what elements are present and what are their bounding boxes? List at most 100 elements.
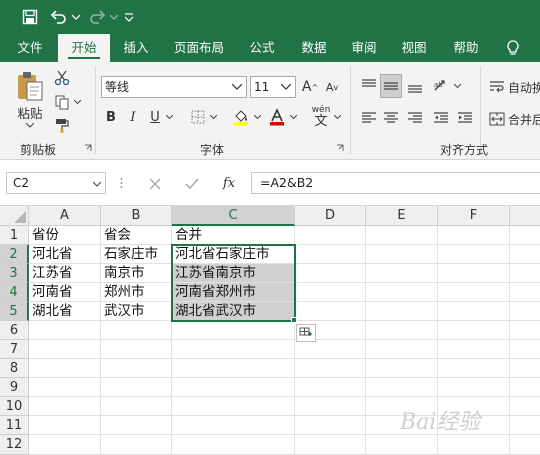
align-left-icon[interactable] — [358, 106, 380, 130]
tab-insert[interactable]: 插入 — [114, 34, 158, 62]
italic-button[interactable]: I — [124, 106, 142, 128]
font-size-combo[interactable]: 11 — [250, 76, 296, 98]
formula-bar-grip-icon[interactable] — [118, 176, 124, 190]
cell[interactable]: 河南省郑州市 — [172, 283, 295, 302]
row-header-5[interactable]: 5 — [0, 302, 29, 321]
cell[interactable] — [438, 378, 510, 397]
font-color-dropdown-icon[interactable] — [288, 110, 298, 124]
name-box[interactable]: C2 — [6, 172, 106, 194]
formula-input[interactable]: =A2&B2 — [251, 172, 540, 194]
cell[interactable] — [172, 340, 295, 359]
align-bottom-icon[interactable] — [404, 74, 426, 98]
row-header-10[interactable]: 10 — [0, 397, 29, 416]
cell[interactable] — [295, 397, 366, 416]
cell[interactable] — [366, 359, 438, 378]
wrap-text-button[interactable]: 自动换 — [508, 76, 540, 98]
copy-dropdown-icon[interactable] — [72, 96, 82, 108]
column-header-f[interactable]: F — [438, 206, 510, 226]
merge-center-button[interactable]: 合并后 — [508, 108, 540, 130]
borders-dropdown-icon[interactable] — [208, 110, 218, 124]
cell[interactable] — [366, 435, 438, 455]
cell[interactable] — [101, 359, 172, 378]
row-header-9[interactable]: 9 — [0, 378, 29, 397]
cell[interactable] — [101, 340, 172, 359]
cell[interactable] — [101, 321, 172, 340]
tab-help[interactable]: 帮助 — [444, 34, 488, 62]
merge-center-icon[interactable] — [486, 108, 508, 130]
format-painter-icon[interactable] — [52, 116, 72, 136]
font-name-combo[interactable]: 等线 — [101, 76, 247, 98]
cell[interactable] — [295, 245, 366, 264]
column-header-c[interactable]: C — [172, 206, 295, 226]
cancel-icon[interactable] — [145, 174, 165, 194]
cell[interactable] — [366, 302, 438, 321]
cell[interactable]: 湖北省武汉市 — [172, 302, 295, 321]
cell[interactable]: 郑州市 — [101, 283, 172, 302]
undo-icon[interactable] — [48, 6, 70, 28]
row-header-4[interactable]: 4 — [0, 283, 29, 302]
cell[interactable] — [366, 340, 438, 359]
cell[interactable]: 江苏省 — [29, 264, 101, 283]
underline-dropdown-icon[interactable] — [164, 110, 174, 124]
cell[interactable] — [438, 302, 510, 321]
tab-formulas[interactable]: 公式 — [240, 34, 284, 62]
align-right-icon[interactable] — [404, 106, 426, 130]
cell[interactable] — [510, 416, 540, 435]
cell[interactable] — [366, 283, 438, 302]
cell[interactable] — [101, 378, 172, 397]
cell[interactable] — [295, 340, 366, 359]
cell[interactable] — [295, 264, 366, 283]
cell[interactable] — [29, 416, 101, 435]
align-top-icon[interactable] — [358, 74, 380, 98]
select-all-button[interactable] — [0, 206, 29, 226]
cell[interactable]: 江苏省南京市 — [172, 264, 295, 283]
cell[interactable] — [438, 340, 510, 359]
decrease-indent-icon[interactable] — [430, 106, 452, 130]
cell[interactable] — [438, 283, 510, 302]
cut-icon[interactable] — [52, 68, 72, 88]
cell[interactable] — [510, 321, 540, 340]
tab-review[interactable]: 审阅 — [342, 34, 386, 62]
fill-color-dropdown-icon[interactable] — [252, 110, 262, 124]
cell[interactable]: 合并 — [172, 226, 295, 245]
redo-icon[interactable] — [86, 6, 108, 28]
cell[interactable] — [438, 321, 510, 340]
paste-dropdown-icon[interactable] — [24, 120, 36, 130]
cell[interactable] — [101, 416, 172, 435]
tab-data[interactable]: 数据 — [292, 34, 336, 62]
cell[interactable] — [438, 359, 510, 378]
cell[interactable]: 南京市 — [101, 264, 172, 283]
cell[interactable]: 武汉市 — [101, 302, 172, 321]
orientation-dropdown-icon[interactable] — [452, 80, 462, 92]
orientation-icon[interactable]: ab — [430, 74, 452, 98]
fill-color-icon[interactable] — [230, 106, 252, 128]
paste-button[interactable]: 粘贴 — [12, 104, 48, 121]
cell[interactable] — [29, 340, 101, 359]
tab-file[interactable]: 文件 — [8, 34, 52, 62]
cell[interactable]: 湖北省 — [29, 302, 101, 321]
cell[interactable] — [172, 378, 295, 397]
cell[interactable] — [438, 435, 510, 455]
paste-icon[interactable] — [12, 68, 48, 104]
column-header-g[interactable] — [510, 206, 540, 226]
lightbulb-icon[interactable] — [500, 34, 526, 62]
cell[interactable]: 河北省石家庄市 — [172, 245, 295, 264]
cell[interactable] — [29, 321, 101, 340]
phonetic-guide-button[interactable]: wén 文 — [308, 104, 334, 130]
cell[interactable] — [295, 226, 366, 245]
cell[interactable] — [366, 378, 438, 397]
cell[interactable] — [295, 302, 366, 321]
row-header-6[interactable]: 6 — [0, 321, 29, 340]
row-header-3[interactable]: 3 — [0, 264, 29, 283]
row-header-2[interactable]: 2 — [0, 245, 29, 264]
phonetic-dropdown-icon[interactable] — [332, 110, 342, 124]
cell[interactable]: 石家庄市 — [101, 245, 172, 264]
cell[interactable] — [295, 378, 366, 397]
enter-icon[interactable] — [182, 174, 202, 194]
cell[interactable] — [295, 283, 366, 302]
bold-button[interactable]: B — [102, 106, 120, 128]
cell[interactable] — [172, 416, 295, 435]
cell[interactable]: 省份 — [29, 226, 101, 245]
cell[interactable] — [438, 245, 510, 264]
row-header-7[interactable]: 7 — [0, 340, 29, 359]
